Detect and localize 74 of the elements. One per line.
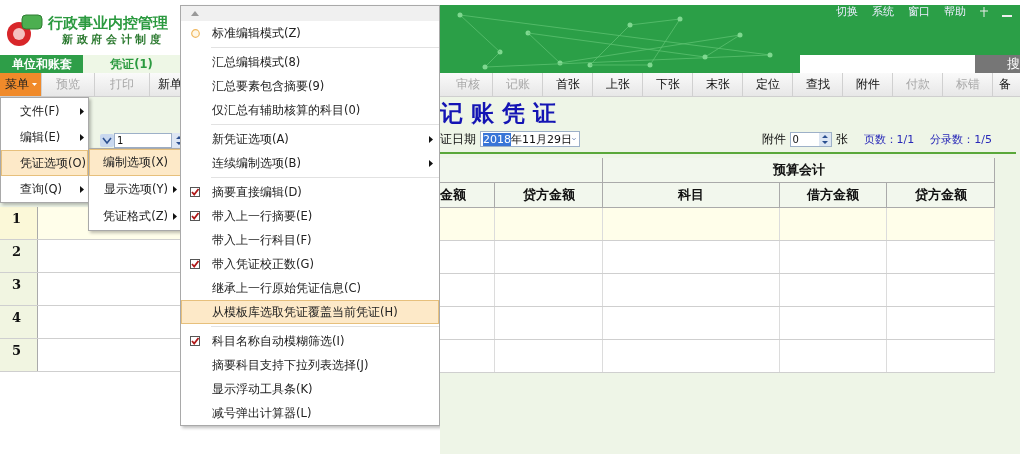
app-title: 行政事业内控管理: [48, 13, 168, 33]
row-number: 5: [0, 339, 38, 371]
submenu-arrow-icon: [80, 107, 84, 115]
radio-icon: [190, 28, 200, 38]
menu-item[interactable]: 科目名称自动模糊筛选(I): [181, 329, 439, 353]
row-number: 1: [0, 207, 38, 239]
menu-item[interactable]: 摘要直接编辑(D): [181, 180, 439, 204]
menu-button[interactable]: 菜单: [0, 73, 42, 96]
row-number: 4: [0, 306, 38, 338]
toolbar-button[interactable]: 下张: [643, 73, 693, 96]
checkbox-icon: [190, 259, 200, 269]
column-header: 金额: [440, 183, 495, 207]
menu-item[interactable]: 查询(Q): [1, 176, 88, 202]
toolbar-button[interactable]: 定位: [743, 73, 793, 96]
voucher-number-field[interactable]: 1: [114, 133, 172, 148]
column-header: 预算会计: [603, 158, 995, 182]
menu-item[interactable]: 摘要科目支持下拉列表选择(J): [181, 353, 439, 377]
column-header: 贷方金额: [887, 183, 995, 207]
date-field[interactable]: 2018年11月29日: [480, 131, 580, 147]
checkbox-icon: [190, 211, 200, 221]
toolbar-button[interactable]: 附件: [843, 73, 893, 96]
menu-item[interactable]: 汇总要素包含摘要(9): [181, 74, 439, 98]
menu-item[interactable]: 带入凭证校正数(G): [181, 252, 439, 276]
menu-item[interactable]: 显示浮动工具条(K): [181, 377, 439, 401]
logo-icon: [4, 12, 44, 48]
submenu-arrow-icon: [173, 213, 177, 220]
menu-item[interactable]: 仅汇总有辅助核算的科目(0): [181, 98, 439, 122]
toolbar-button[interactable]: 备: [993, 73, 1017, 96]
menu-item[interactable]: 凭证格式(Z): [89, 203, 180, 230]
app-subtitle: 新 政 府 会 计 制 度: [61, 32, 162, 47]
menu-item[interactable]: 文件(F): [1, 98, 88, 124]
submenu-arrow-icon: [429, 135, 433, 143]
unit-label: 张: [835, 130, 848, 148]
toolbar-button[interactable]: 查找: [793, 73, 843, 96]
menu-item[interactable]: 减号弹出计算器(L): [181, 401, 439, 425]
column-header: 科目: [603, 183, 780, 207]
checkbox-icon: [190, 336, 200, 346]
row-number: 2: [0, 240, 38, 272]
menu-item[interactable]: 编制选项(X): [89, 149, 180, 176]
menu-item[interactable]: 继承上一行原始凭证信息(C): [181, 276, 439, 300]
field-label: 附件: [761, 130, 786, 148]
page-count: 页数：1/1: [862, 131, 915, 147]
menu-item[interactable]: 带入上一行科目(F): [181, 228, 439, 252]
menu-item[interactable]: 新凭证选项(A): [181, 127, 439, 151]
spinner-icon: [818, 132, 831, 146]
dropdown-arrow-icon: [100, 134, 114, 147]
dropdown-arrow-icon: [31, 83, 37, 86]
toolbar-button[interactable]: 上张: [593, 73, 643, 96]
field-label: 证日期: [440, 130, 476, 148]
voucher-title: 记 账 凭 证: [440, 97, 558, 128]
menu-item[interactable]: 从模板库选取凭证覆盖当前凭证(H): [181, 300, 439, 324]
column-header: 借方金额: [780, 183, 887, 207]
toolbar-button[interactable]: 首张: [543, 73, 593, 96]
minimize-icon: [1002, 14, 1012, 17]
checkbox-icon: [190, 187, 200, 197]
menu-item[interactable]: 编辑(E): [1, 124, 88, 150]
submenu-arrow-icon: [80, 133, 84, 141]
toolbar-button[interactable]: 末张: [693, 73, 743, 96]
search-button[interactable]: 搜: [975, 55, 1020, 73]
submenu-arrow-icon: [173, 186, 177, 193]
entry-count: 分录数：1/5: [929, 131, 993, 147]
row-number: 3: [0, 273, 38, 305]
menu-item[interactable]: 显示选项(Y): [89, 176, 180, 203]
menu-item[interactable]: 凭证选项(O): [1, 150, 88, 176]
menu-item[interactable]: 标准编辑模式(Z): [181, 21, 439, 45]
menu-item[interactable]: 带入上一行摘要(E): [181, 204, 439, 228]
attachment-count-field[interactable]: 0: [789, 131, 832, 147]
menu-item[interactable]: 连续编制选项(B): [181, 151, 439, 175]
menu-item[interactable]: 汇总编辑模式(8): [181, 50, 439, 74]
submenu-arrow-icon: [429, 159, 433, 167]
submenu-arrow-icon: [80, 185, 84, 193]
column-header: 贷方金额: [495, 183, 603, 207]
search-field[interactable]: [800, 55, 975, 73]
scroll-up-icon: [191, 11, 199, 16]
